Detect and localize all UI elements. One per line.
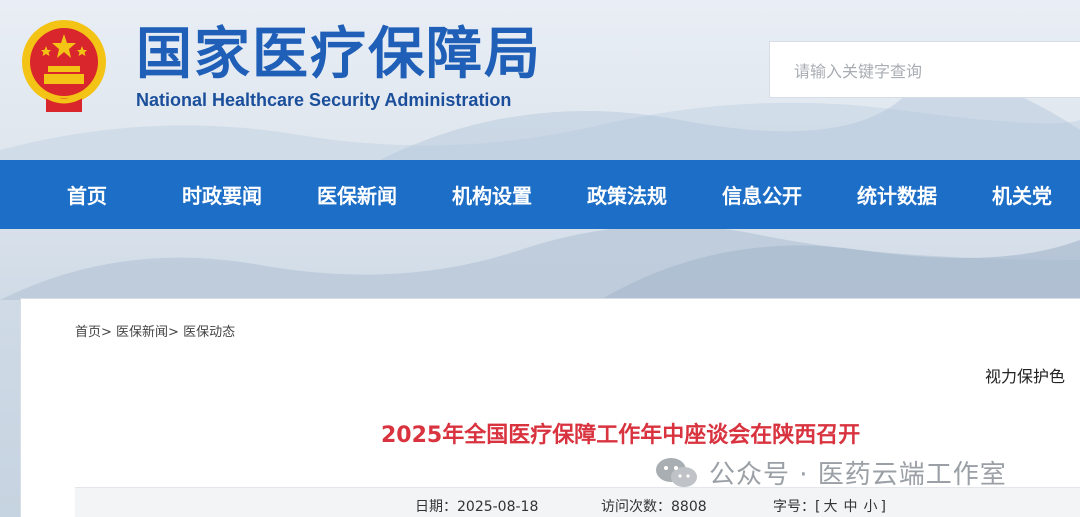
- font-size-large-button[interactable]: 大: [823, 499, 837, 515]
- breadcrumb-current[interactable]: 医保动态: [183, 325, 235, 340]
- nav-item-info-disclosure[interactable]: 信息公开: [722, 180, 802, 209]
- visits-label: 访问次数：: [601, 499, 671, 515]
- nav-item-politics-news[interactable]: 时政要闻: [182, 180, 262, 209]
- date-meta: 日期：2025-08-18: [415, 496, 538, 516]
- breadcrumb-home[interactable]: 首页>: [75, 325, 112, 340]
- breadcrumb: 首页> 医保新闻> 医保动态: [75, 321, 235, 340]
- font-size-bracket-open: [: [815, 499, 821, 515]
- date-label: 日期：: [415, 499, 457, 515]
- font-size-small-button[interactable]: 小: [863, 499, 877, 515]
- search-input[interactable]: 请输入关键字查询: [769, 41, 1080, 98]
- watermark-text: 公众号 · 医药云端工作室: [709, 460, 1007, 490]
- font-size-label: 字号：: [773, 499, 815, 515]
- nav-item-organization[interactable]: 机构设置: [452, 180, 532, 209]
- site-header: 国家医疗保障局 National Healthcare Security Adm…: [0, 0, 1080, 160]
- wechat-icon: [656, 457, 697, 487]
- font-size-bracket-close: ]: [880, 499, 886, 515]
- eye-protect-toggle[interactable]: 视力保护色: [985, 363, 1065, 387]
- visits-value: 8808: [671, 499, 707, 515]
- main-nav: 首页 时政要闻 医保新闻 机构设置 政策法规 信息公开 统计数据 机关党: [0, 160, 1080, 229]
- national-emblem-logo[interactable]: [16, 16, 112, 116]
- wechat-watermark: 公众号 · 医药云端工作室: [655, 454, 1007, 491]
- font-size-meta: 字号：[大中小]: [773, 496, 886, 516]
- date-value: 2025-08-18: [457, 499, 539, 515]
- nav-item-policy[interactable]: 政策法规: [587, 180, 667, 209]
- site-title-en: National Healthcare Security Administrat…: [136, 90, 512, 110]
- article-meta-bar: 日期：2025-08-18 访问次数：8808 字号：[大中小]: [75, 487, 1080, 517]
- site-title-cn: 国家医疗保障局: [136, 21, 542, 87]
- breadcrumb-news[interactable]: 医保新闻>: [116, 325, 179, 340]
- nav-item-home[interactable]: 首页: [67, 180, 107, 209]
- nav-item-party[interactable]: 机关党: [992, 180, 1052, 209]
- font-size-medium-button[interactable]: 中: [843, 499, 857, 515]
- nav-item-statistics[interactable]: 统计数据: [857, 180, 937, 209]
- article-title: 2025年全国医疗保障工作年中座谈会在陕西召开: [381, 423, 861, 448]
- nav-item-insurance-news[interactable]: 医保新闻: [317, 180, 397, 209]
- visits-meta: 访问次数：8808: [601, 496, 707, 516]
